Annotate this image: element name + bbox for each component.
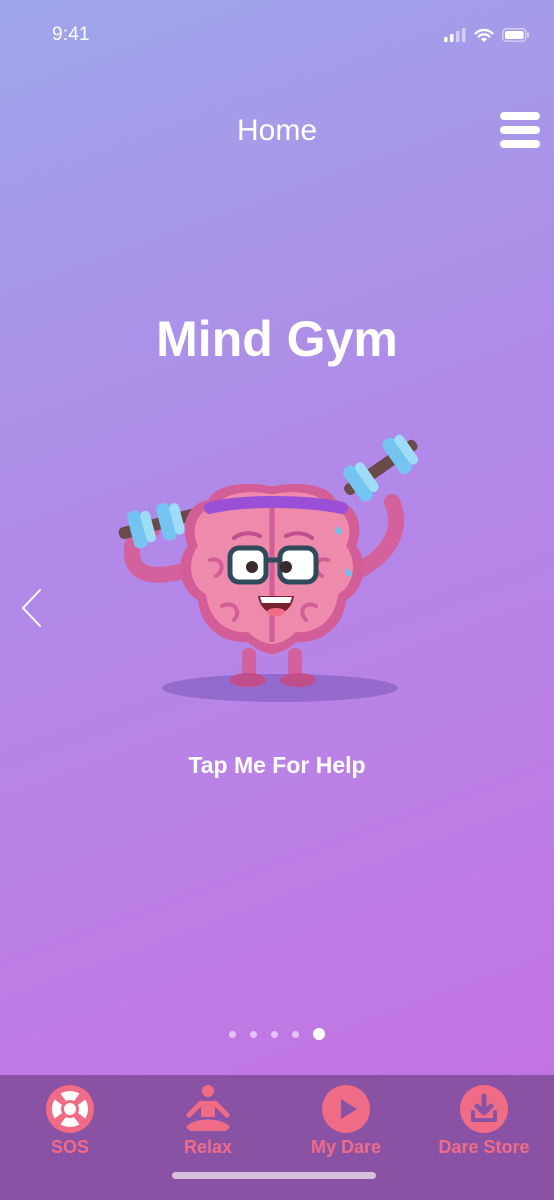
home-indicator[interactable] [172,1172,376,1179]
page-dot[interactable] [271,1030,278,1038]
battery-icon [502,28,529,42]
page-dot[interactable] [292,1030,299,1038]
page-dot[interactable] [313,1028,325,1040]
wifi-icon [474,28,494,42]
page-dot[interactable] [250,1030,257,1038]
bottom-tab-bar: SOS Relax My Dare Dare Store [0,1075,554,1200]
menu-icon-bar [500,112,540,120]
tab-label: Relax [183,1137,233,1157]
page-indicator [0,1028,554,1040]
status-icons [444,26,530,44]
tab-relax[interactable]: Relax [148,1085,268,1175]
tab-label: Dare Store [438,1137,530,1157]
play-icon [322,1085,370,1133]
tab-my-dare[interactable]: My Dare [286,1085,406,1175]
main-title: Mind Gym [156,311,398,367]
help-text[interactable]: Tap Me For Help [0,752,554,779]
tab-sos[interactable]: SOS [10,1085,130,1175]
status-bar: 9:41 [0,0,554,70]
page-title: Home [236,114,318,147]
tab-label: My Dare [310,1137,382,1157]
lifebuoy-icon [46,1085,94,1133]
meditation-icon [186,1085,230,1131]
tab-dare-store[interactable]: Dare Store [424,1085,544,1175]
signal-icon [444,28,466,42]
menu-icon-bar [500,126,540,134]
page-dot[interactable] [229,1030,236,1038]
download-icon [460,1085,508,1133]
header: Home [0,100,554,164]
chevron-left-icon[interactable] [20,588,44,628]
brain-mascot-illustration[interactable] [110,430,430,720]
menu-icon-bar [500,140,540,148]
status-time: 9:41 [52,24,90,45]
menu-button[interactable] [500,110,540,150]
tab-label: SOS [50,1137,89,1157]
